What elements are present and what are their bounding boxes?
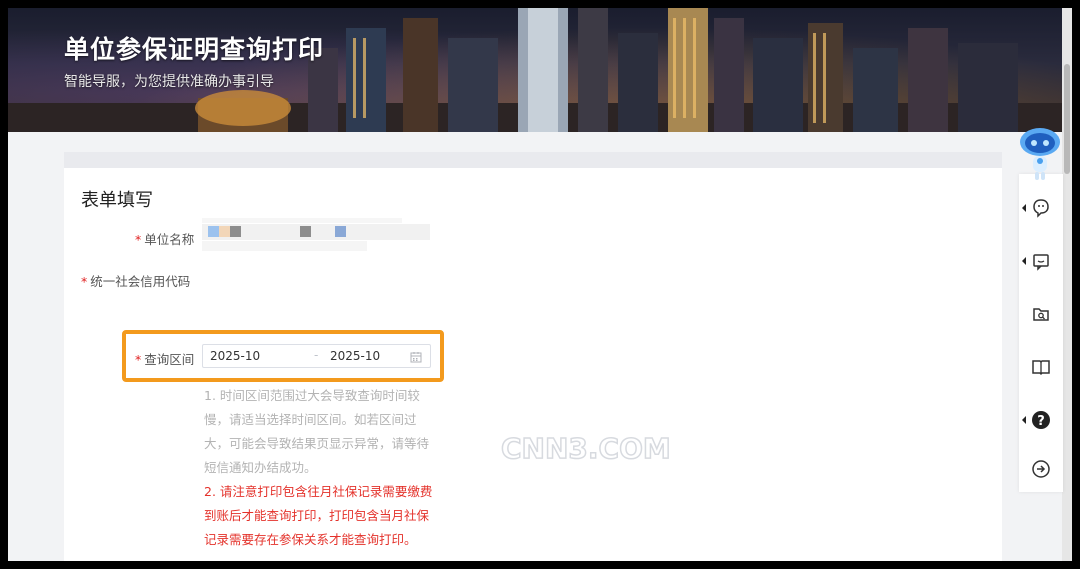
guide-book-button[interactable] <box>1019 347 1063 387</box>
side-toolbar: ? <box>1019 174 1063 492</box>
svg-text:?: ? <box>1037 414 1045 429</box>
exit-button[interactable] <box>1019 449 1063 489</box>
range-separator: - <box>314 348 319 362</box>
page-subtitle: 智能导服，为您提供准确办事引导 <box>64 74 274 90</box>
book-icon <box>1032 360 1050 376</box>
site-watermark-logo: CNN3.COM <box>501 432 672 466</box>
expand-arrow-icon <box>1022 257 1026 265</box>
chat-icon <box>1033 199 1049 218</box>
exit-icon <box>1032 460 1050 478</box>
company-name-value <box>202 218 432 258</box>
message-button[interactable] <box>1019 241 1063 281</box>
scrollbar-thumb[interactable] <box>1064 64 1070 174</box>
credit-code-label: * 统一社会信用代码 <box>81 271 190 290</box>
help-icon: ? <box>1032 411 1050 429</box>
required-mark: * <box>81 274 88 289</box>
expand-arrow-icon <box>1022 416 1026 424</box>
folder-search-button[interactable] <box>1019 294 1063 334</box>
form-card: 表单填写 * 单位名称 * 统一社会信用代码 * 查询区间 2025-10 - 202 <box>64 168 1002 561</box>
company-name-label-text: 单位名称 <box>144 232 195 247</box>
city-skyline-image <box>8 8 1072 132</box>
svg-text:CNN3.COM: CNN3.COM <box>501 432 671 465</box>
message-icon <box>1033 254 1049 271</box>
query-range-label: * 查询区间 <box>135 349 194 368</box>
header-banner: 单位参保证明查询打印 智能导服，为您提供准确办事引导 <box>8 8 1072 132</box>
payment-warning-note: 2. 请注意打印包含往月社保记录需要缴费到账后才能查询打印，打印包含当月社保记录… <box>204 484 433 547</box>
card-header-strip <box>64 152 1002 168</box>
calendar-icon[interactable] <box>410 351 422 363</box>
query-hint-note: 1. 时间区间范围过大会导致查询时间较慢，请适当选择时间区间。如若区间过大，可能… <box>204 388 430 475</box>
query-range-label-text: 查询区间 <box>144 352 195 367</box>
page-frame: 单位参保证明查询打印 智能导服，为您提供准确办事引导 表单填写 * 单位名称 * 统… <box>8 8 1072 561</box>
company-name-label: * 单位名称 <box>135 229 194 248</box>
chat-button[interactable] <box>1019 188 1063 228</box>
robot-assistant-icon[interactable] <box>1016 126 1064 186</box>
end-month-input[interactable]: 2025-10 <box>330 349 380 363</box>
credit-code-label-text: 统一社会信用代码 <box>90 274 191 289</box>
start-month-input[interactable]: 2025-10 <box>210 349 260 363</box>
page-title: 单位参保证明查询打印 <box>64 35 325 64</box>
required-mark: * <box>135 352 142 367</box>
expand-arrow-icon <box>1022 204 1026 212</box>
required-mark: * <box>135 232 142 247</box>
date-range-picker[interactable]: 2025-10 - 2025-10 <box>202 344 431 368</box>
folder-search-icon <box>1033 308 1049 321</box>
form-section-title: 表单填写 <box>81 190 153 211</box>
help-button[interactable]: ? <box>1019 400 1063 440</box>
